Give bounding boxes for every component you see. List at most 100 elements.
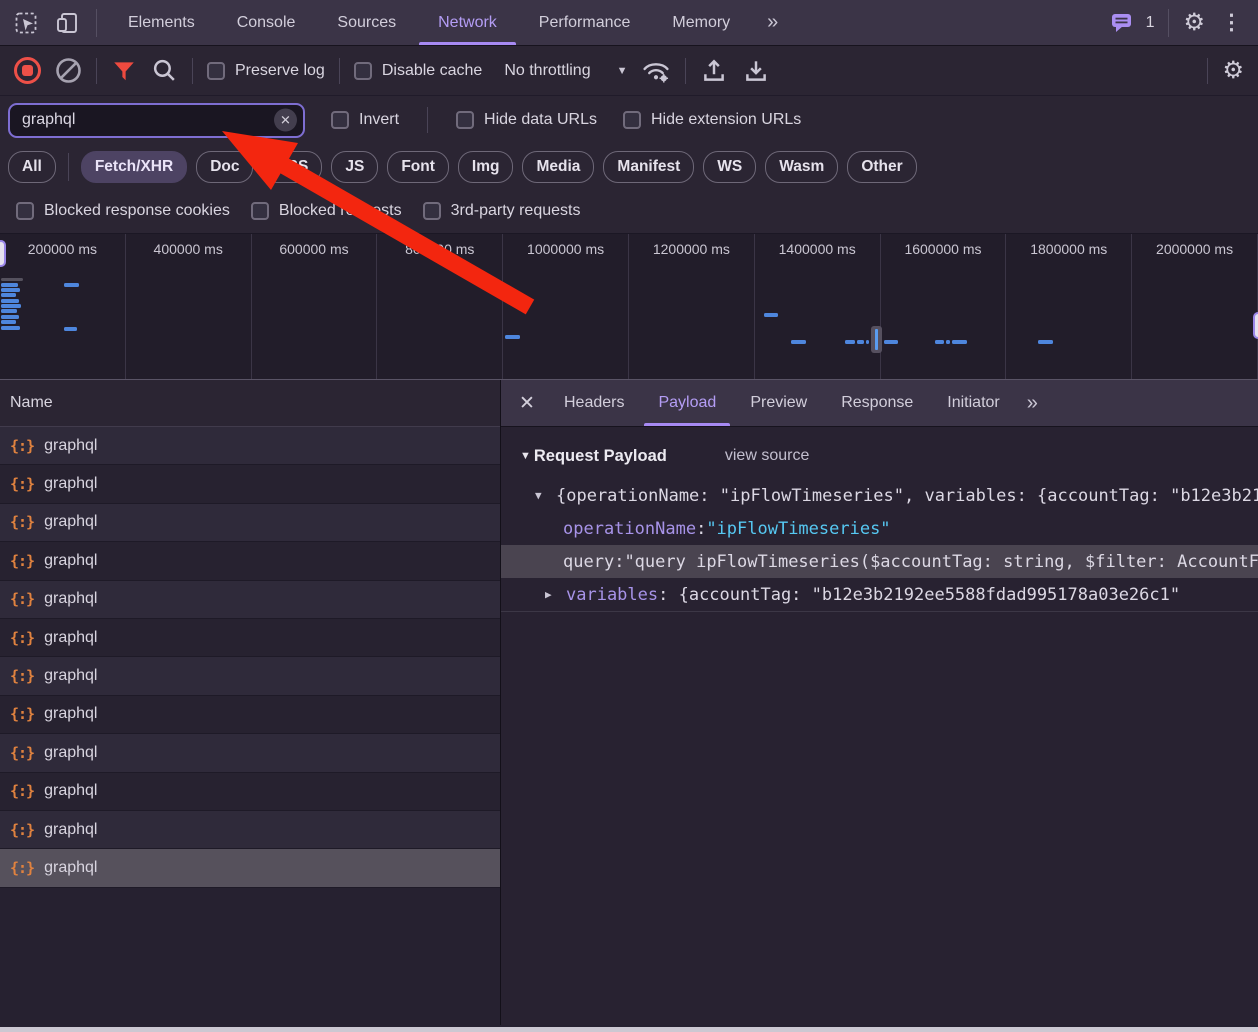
checkbox[interactable] — [423, 202, 441, 220]
request-detail-panel: ✕ HeadersPayloadPreviewResponseInitiator… — [501, 380, 1258, 1025]
request-row-graphql-5[interactable]: {:}graphql — [0, 581, 500, 619]
import-har-icon[interactable] — [700, 57, 728, 85]
request-row-graphql-8[interactable]: {:}graphql — [0, 696, 500, 734]
divider — [96, 58, 97, 84]
search-icon[interactable] — [151, 57, 178, 84]
request-name: graphql — [44, 859, 97, 877]
chip-fetch-xhr[interactable]: Fetch/XHR — [81, 151, 187, 183]
request-row-graphql-1[interactable]: {:}graphql — [0, 427, 500, 465]
chip-doc[interactable]: Doc — [196, 151, 253, 183]
json-braces-icon: {:} — [10, 705, 34, 723]
filter-input[interactable] — [10, 105, 303, 136]
tab-console[interactable]: Console — [216, 0, 317, 45]
collapsed-triangle-icon[interactable]: ▶ — [545, 588, 563, 601]
payload-tree: ▼{operationName: "ipFlowTimeseries", var… — [501, 479, 1258, 612]
detail-tab-preview[interactable]: Preview — [733, 380, 824, 426]
timeline-left-handle[interactable] — [0, 240, 6, 267]
more-panels-icon[interactable]: » — [757, 11, 786, 34]
chip-manifest[interactable]: Manifest — [603, 151, 694, 183]
request-name: graphql — [44, 513, 97, 531]
name-column-header[interactable]: Name — [0, 380, 500, 427]
request-row-graphql-12[interactable]: {:}graphql — [0, 849, 500, 887]
3rd-party-requests-checkbox[interactable]: 3rd-party requests — [423, 202, 581, 220]
network-settings-gear-icon[interactable]: ⚙ — [1222, 59, 1244, 83]
tab-sources[interactable]: Sources — [316, 0, 417, 45]
request-timeline-mark — [845, 340, 855, 344]
payload-tree-row[interactable]: ▶variables: {accountTag: "b12e3b2192ee55… — [501, 578, 1258, 611]
request-row-graphql-10[interactable]: {:}graphql — [0, 773, 500, 811]
throttling-value: No throttling — [504, 62, 590, 80]
tab-memory[interactable]: Memory — [651, 0, 751, 45]
checkbox[interactable] — [354, 62, 372, 80]
request-timeline-mark — [1, 288, 20, 292]
checkbox[interactable] — [16, 202, 34, 220]
timeline-right-handle[interactable] — [1253, 312, 1258, 339]
inspect-element-icon[interactable] — [8, 5, 44, 41]
hide-data-urls-label: Hide data URLs — [484, 111, 597, 129]
payload-tree-row[interactable]: ▼{operationName: "ipFlowTimeseries", var… — [501, 479, 1258, 512]
detail-tab-response[interactable]: Response — [824, 380, 930, 426]
tab-performance[interactable]: Performance — [518, 0, 652, 45]
request-row-graphql-7[interactable]: {:}graphql — [0, 657, 500, 695]
request-row-graphql-3[interactable]: {:} graphql — [0, 504, 500, 542]
chip-img[interactable]: Img — [458, 151, 514, 183]
record-button[interactable] — [14, 57, 41, 84]
divider — [685, 58, 686, 84]
expanded-triangle-icon[interactable]: ▼ — [535, 489, 553, 502]
divider — [192, 58, 193, 84]
view-source-link[interactable]: view source — [725, 447, 809, 465]
json-braces-icon: {:} — [10, 513, 34, 531]
issues-message-icon[interactable] — [1104, 5, 1140, 41]
disable-cache-checkbox[interactable]: Disable cache — [354, 62, 483, 80]
request-row-graphql-9[interactable]: {:}graphql — [0, 734, 500, 772]
blocked-requests-checkbox[interactable]: Blocked requests — [251, 202, 402, 220]
blocked-response-cookies-checkbox[interactable]: Blocked response cookies — [16, 202, 230, 220]
chip-css[interactable]: CSS — [262, 151, 322, 183]
checkbox[interactable] — [623, 111, 641, 129]
request-payload-section[interactable]: ▼ Request Payload view source — [501, 440, 1258, 472]
device-toolbar-icon[interactable] — [50, 5, 86, 41]
settings-gear-icon[interactable]: ⚙ — [1183, 11, 1205, 35]
checkbox[interactable] — [331, 111, 349, 129]
checkbox[interactable] — [251, 202, 269, 220]
payload-tree-row[interactable]: operationName: "ipFlowTimeseries" — [501, 512, 1258, 545]
detail-tab-payload[interactable]: Payload — [641, 380, 733, 426]
checkbox[interactable] — [207, 62, 225, 80]
throttling-dropdown[interactable]: No throttling ▼ — [504, 62, 627, 80]
checkbox[interactable] — [456, 111, 474, 129]
chip-all[interactable]: All — [8, 151, 56, 183]
request-row-graphql-6[interactable]: {:}graphql — [0, 619, 500, 657]
chip-other[interactable]: Other — [847, 151, 916, 183]
network-conditions-icon[interactable] — [641, 57, 671, 84]
payload-segment-plain: : — [696, 519, 706, 539]
chip-font[interactable]: Font — [387, 151, 449, 183]
hide-extension-urls-checkbox[interactable]: Hide extension URLs — [623, 111, 801, 129]
chip-media[interactable]: Media — [522, 151, 594, 183]
more-detail-tabs-icon[interactable]: » — [1017, 392, 1046, 415]
request-row-graphql-2[interactable]: {:}graphql — [0, 465, 500, 503]
clear-network-log-icon[interactable] — [55, 57, 82, 84]
kebab-menu-icon[interactable]: ⋮ — [1215, 10, 1248, 35]
chip-js[interactable]: JS — [331, 151, 378, 183]
request-row-graphql-11[interactable]: {:}graphql — [0, 811, 500, 849]
collapse-triangle-icon[interactable]: ▼ — [520, 450, 531, 462]
chip-ws[interactable]: WS — [703, 151, 756, 183]
close-detail-icon[interactable]: ✕ — [507, 380, 547, 426]
invert-checkbox[interactable]: Invert — [331, 111, 399, 129]
request-timeline-mark — [1, 320, 16, 324]
request-row-graphql-4[interactable]: {:}graphql — [0, 542, 500, 580]
preserve-log-checkbox[interactable]: Preserve log — [207, 62, 325, 80]
bottom-scrollbar-strip[interactable] — [0, 1027, 1258, 1032]
request-timeline-mark — [1, 293, 16, 297]
export-har-icon[interactable] — [742, 57, 770, 85]
detail-tab-headers[interactable]: Headers — [547, 380, 641, 426]
payload-tree-row[interactable]: query: "query ipFlowTimeseries($accountT… — [501, 545, 1258, 578]
clear-filter-icon[interactable]: ✕ — [274, 109, 297, 132]
hide-data-urls-checkbox[interactable]: Hide data URLs — [456, 111, 597, 129]
network-overview-timeline[interactable]: 200000 ms400000 ms600000 ms800000 ms1000… — [0, 234, 1258, 379]
tab-network[interactable]: Network — [417, 0, 518, 45]
filter-funnel-icon[interactable] — [111, 58, 137, 84]
chip-wasm[interactable]: Wasm — [765, 151, 838, 183]
tab-elements[interactable]: Elements — [107, 0, 216, 45]
detail-tab-initiator[interactable]: Initiator — [930, 380, 1016, 426]
